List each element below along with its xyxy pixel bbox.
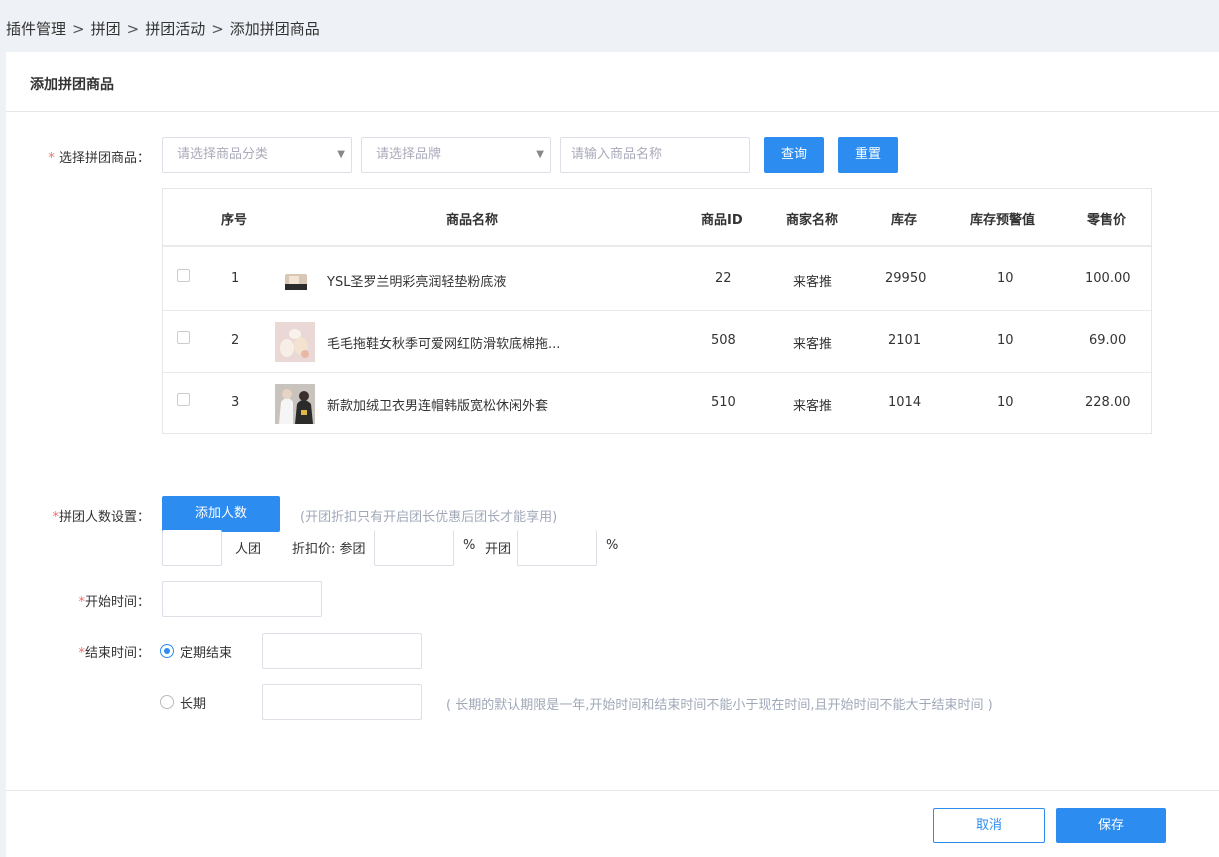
start-time-label-text: 开始时间： (84, 595, 150, 610)
row-price: 228.00 (1085, 395, 1131, 410)
end-time-label-text: 结束时间： (84, 646, 150, 661)
open-discount-input[interactable] (517, 530, 597, 566)
column-header-id: 商品ID (701, 213, 743, 228)
slippers-product-image (275, 322, 315, 362)
row-price: 69.00 (1089, 333, 1127, 348)
table-row[interactable]: 3 新款加绒卫衣男连帽韩版宽松休闲外套 510 来客推 1014 10 228.… (163, 373, 1151, 435)
breadcrumb-item-group-buy[interactable]: 拼团 (91, 20, 121, 38)
select-goods-label-text: 选择拼团商品： (58, 151, 150, 166)
caret-down-icon: ▼ (536, 149, 544, 160)
row-stock: 2101 (888, 333, 922, 348)
end-time-label: *结束时间： (26, 642, 150, 661)
breadcrumb-separator: > (72, 20, 85, 38)
row-goods-name: YSL圣罗兰明彩亮润轻垫粉底液 (327, 275, 507, 290)
hoodie-product-image (275, 384, 315, 424)
add-group-size-button[interactable]: 添加人数 (162, 496, 280, 532)
table-row[interactable]: 1 YSL圣罗兰明彩亮润轻垫粉底液 22 来客推 29950 10 100.00 (163, 249, 1151, 311)
table-header: 序号 商品名称 商品ID 商家名称 库存 库存预警值 零售价 (163, 189, 1151, 247)
row-index: 1 (231, 271, 240, 286)
radio-fixed-end-label[interactable]: 定期结束 (180, 642, 232, 661)
page-title: 添加拼团商品 (30, 77, 114, 93)
breadcrumb: 插件管理 > 拼团 > 拼团活动 > 添加拼团商品 (6, 18, 320, 39)
brand-select[interactable]: 请选择品牌 ▼ (361, 137, 551, 173)
open-group-label: 开团 (485, 542, 512, 557)
row-goods-id: 508 (711, 333, 736, 348)
cancel-button[interactable]: 取消 (933, 808, 1045, 843)
row-merchant: 来客推 (793, 275, 833, 290)
row-merchant: 来客推 (793, 337, 833, 352)
row-warning: 10 (997, 395, 1014, 410)
long-term-input[interactable] (262, 684, 422, 720)
radio-long-term[interactable] (160, 695, 174, 709)
category-select-placeholder: 请选择商品分类 (177, 147, 269, 162)
radio-long-term-label[interactable]: 长期 (180, 693, 206, 712)
row-merchant: 来客推 (793, 399, 833, 414)
start-time-input[interactable] (162, 581, 322, 617)
percent-label: % (463, 538, 476, 553)
main-panel: 添加拼团商品 * 选择拼团商品： 请选择商品分类 ▼ 请选择品牌 ▼ 请输入商品… (6, 52, 1219, 857)
group-size-label: *拼团人数设置： (26, 506, 150, 525)
group-size-hint: (开团折扣只有开启团长优惠后团长才能享用) (300, 510, 558, 525)
group-size-label-text: 拼团人数设置： (58, 510, 150, 525)
cosmetic-product-image (275, 260, 315, 300)
breadcrumb-item-plugins[interactable]: 插件管理 (6, 20, 66, 38)
row-checkbox[interactable] (177, 331, 190, 344)
breadcrumb-separator: > (211, 20, 224, 38)
reset-button[interactable]: 重置 (838, 137, 898, 173)
join-discount-input[interactable] (374, 530, 454, 566)
column-header-warning: 库存预警值 (970, 213, 1036, 228)
breadcrumb-item-current: 添加拼团商品 (229, 20, 320, 38)
end-time-hint: ( 长期的默认期限是一年,开始时间和结束时间不能小于现在时间,且开始时间不能大于… (446, 698, 993, 713)
column-header-price: 零售价 (1087, 213, 1127, 228)
goods-name-input[interactable]: 请输入商品名称 (560, 137, 750, 173)
group-size-input[interactable] (162, 530, 222, 566)
row-stock: 29950 (885, 271, 927, 286)
row-index: 2 (231, 333, 240, 348)
column-header-name: 商品名称 (446, 213, 499, 228)
percent-label: % (606, 538, 619, 553)
column-header-index: 序号 (221, 213, 248, 228)
column-header-stock: 库存 (891, 213, 918, 228)
row-goods-name: 毛毛拖鞋女秋季可爱网红防滑软底棉拖... (327, 337, 561, 352)
category-select[interactable]: 请选择商品分类 ▼ (162, 137, 352, 173)
table-row[interactable]: 2 毛毛拖鞋女秋季可爱网红防滑软底棉拖... 508 来客推 2101 10 6… (163, 311, 1151, 373)
row-checkbox[interactable] (177, 393, 190, 406)
row-goods-id: 510 (711, 395, 736, 410)
query-button[interactable]: 查询 (764, 137, 824, 173)
breadcrumb-item-group-activity[interactable]: 拼团活动 (145, 20, 205, 38)
column-header-merchant: 商家名称 (786, 213, 839, 228)
row-stock: 1014 (888, 395, 922, 410)
row-warning: 10 (997, 333, 1014, 348)
brand-select-placeholder: 请选择品牌 (376, 147, 442, 162)
row-index: 3 (231, 395, 240, 410)
select-goods-label: * 选择拼团商品： (26, 147, 150, 166)
row-checkbox[interactable] (177, 269, 190, 282)
required-mark: * (48, 151, 55, 166)
group-size-unit: 人团 (235, 542, 262, 557)
goods-name-placeholder: 请输入商品名称 (571, 147, 663, 162)
row-goods-name: 新款加绒卫衣男连帽韩版宽松休闲外套 (327, 399, 549, 414)
discount-label: 折扣价: 参团 (292, 542, 366, 557)
end-time-input[interactable] (262, 633, 422, 669)
start-time-label: *开始时间： (26, 591, 150, 610)
save-button[interactable]: 保存 (1056, 808, 1166, 843)
breadcrumb-separator: > (126, 20, 140, 38)
footer-divider (6, 790, 1219, 791)
row-price: 100.00 (1085, 271, 1131, 286)
row-goods-id: 22 (715, 271, 732, 286)
radio-fixed-end[interactable] (160, 644, 174, 658)
row-warning: 10 (997, 271, 1014, 286)
caret-down-icon: ▼ (337, 149, 345, 160)
goods-table: 序号 商品名称 商品ID 商家名称 库存 库存预警值 零售价 1 YSL圣罗兰明… (162, 188, 1152, 434)
title-divider (6, 111, 1219, 112)
